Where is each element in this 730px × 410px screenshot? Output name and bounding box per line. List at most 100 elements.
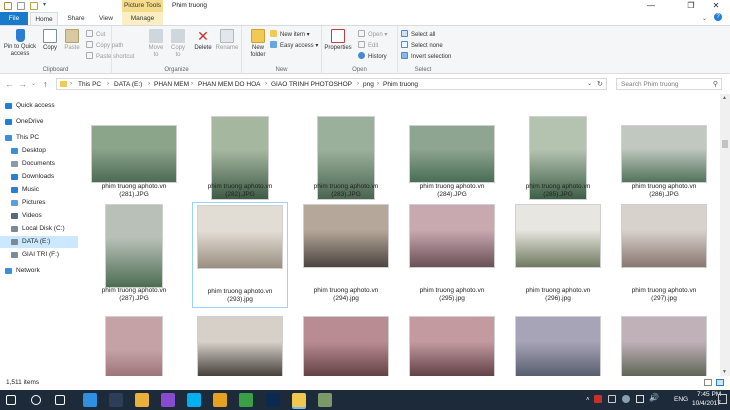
sidebar-item-local-disk-c[interactable]: Local Disk (C:): [0, 223, 78, 235]
cut-button[interactable]: Cut: [86, 30, 105, 39]
new-item-button[interactable]: New item ▾: [270, 30, 310, 39]
windows-start-icon[interactable]: [6, 395, 16, 405]
scrollbar-thumb[interactable]: [722, 140, 728, 148]
file-item[interactable]: phim truong aphoto.vn (294).jpg: [298, 202, 394, 308]
scroll-down-icon[interactable]: ▼: [722, 369, 727, 375]
tray-app-icon[interactable]: [608, 395, 616, 403]
skype-icon[interactable]: [187, 393, 201, 407]
file-item[interactable]: phim truong aphoto.vn (287).JPG: [86, 202, 182, 308]
open-button[interactable]: Open ▾: [358, 30, 387, 39]
battery-icon[interactable]: [636, 395, 644, 403]
volume-icon[interactable]: 🔊: [649, 394, 659, 402]
breadcrumb-png[interactable]: png: [363, 79, 374, 90]
breadcrumb-phan-mem-do-hoa[interactable]: PHAN MEM DO HOA: [198, 79, 260, 90]
help-icon[interactable]: ?: [714, 13, 722, 21]
breadcrumb-this-pc[interactable]: This PC: [78, 79, 101, 90]
chrome-icon[interactable]: [213, 393, 227, 407]
close-button[interactable]: ✕: [705, 0, 727, 12]
select-all-button[interactable]: Select all: [401, 30, 435, 39]
copy-to-button[interactable]: Copy to: [168, 29, 188, 59]
app-green-icon[interactable]: [318, 393, 332, 407]
vertical-scrollbar[interactable]: ▲ ▼: [720, 94, 730, 376]
select-none-button[interactable]: Select none: [401, 41, 443, 50]
paste-button[interactable]: Paste: [62, 29, 82, 52]
sidebar-item-documents[interactable]: Documents: [0, 158, 78, 170]
app-purple-icon[interactable]: [161, 393, 175, 407]
properties-quick-icon[interactable]: [17, 2, 25, 10]
clock-date[interactable]: 10/4/2017: [692, 400, 721, 408]
file-item[interactable]: phim truong aphoto.vn (293).jpg: [192, 202, 288, 308]
address-dropdown-icon[interactable]: ⌄: [587, 79, 592, 90]
file-item[interactable]: phim truong aphoto.vn (297).jpg: [616, 202, 712, 308]
breadcrumb-giao-trinh-photoshop[interactable]: GIAO TRINH PHOTOSHOP: [271, 79, 352, 90]
sidebar-item-onedrive[interactable]: OneDrive: [0, 116, 78, 128]
sidebar-item-desktop[interactable]: Desktop: [0, 145, 78, 157]
maximize-button[interactable]: ❐: [680, 0, 702, 12]
search-box[interactable]: Search Phim truong ⚲: [616, 78, 722, 90]
file-item[interactable]: phim truong aphoto.vn (296).jpg: [510, 202, 606, 308]
sidebar-item-network[interactable]: Network: [0, 265, 78, 277]
new-folder-quick-icon[interactable]: [30, 2, 38, 10]
action-center-icon[interactable]: [718, 394, 727, 404]
sidebar-item-music[interactable]: Music: [0, 184, 78, 196]
new-folder-button[interactable]: New folder: [246, 29, 270, 59]
customize-quick-access-icon[interactable]: ▾: [43, 1, 46, 8]
lightroom-icon[interactable]: [109, 393, 123, 407]
photoshop-icon[interactable]: [266, 393, 280, 407]
file-item[interactable]: phim truong aphoto.vn (295).jpg: [404, 202, 500, 308]
file-item[interactable]: [510, 314, 606, 376]
search-icon[interactable]: [31, 395, 41, 405]
language-indicator[interactable]: ENG: [674, 396, 688, 404]
history-button[interactable]: History: [358, 52, 387, 61]
properties-button[interactable]: Properties: [322, 29, 354, 52]
recent-locations-icon[interactable]: ⌄: [31, 78, 36, 90]
details-view-icon[interactable]: [704, 379, 712, 386]
tab-share[interactable]: Share: [62, 12, 90, 25]
task-view-icon[interactable]: [55, 395, 65, 405]
breadcrumb-data-e[interactable]: DATA (E:): [114, 79, 142, 90]
refresh-icon[interactable]: ↻: [597, 79, 603, 90]
tab-home[interactable]: Home: [30, 12, 58, 25]
file-item[interactable]: [404, 314, 500, 376]
rename-button[interactable]: Rename: [215, 29, 239, 52]
invert-selection-button[interactable]: Invert selection: [401, 52, 451, 61]
sidebar-item-quick-access[interactable]: Quick access: [0, 100, 78, 112]
pin-to-quick-access-button[interactable]: Pin to Quick access: [2, 29, 38, 58]
file-item[interactable]: [298, 314, 394, 376]
app-multicolor-icon[interactable]: [135, 393, 149, 407]
sidebar-item-downloads[interactable]: Downloads: [0, 171, 78, 183]
breadcrumb-phim-truong[interactable]: Phim truong: [383, 79, 418, 90]
delete-button[interactable]: ✕ Delete: [192, 29, 214, 52]
forward-arrow-icon[interactable]: →: [18, 78, 27, 90]
back-arrow-icon[interactable]: ←: [5, 78, 14, 90]
tray-app-icon[interactable]: [594, 395, 602, 403]
edit-button[interactable]: Edit: [358, 41, 378, 50]
network-tray-icon[interactable]: [622, 395, 630, 403]
sidebar-item-giai-tri-f[interactable]: GIAI TRI (F:): [0, 249, 78, 261]
easy-access-button[interactable]: Easy access ▾: [270, 41, 318, 50]
file-item[interactable]: [192, 314, 288, 376]
up-arrow-icon[interactable]: ↑: [43, 78, 48, 90]
copy-button[interactable]: Copy: [40, 29, 60, 52]
tab-manage[interactable]: Manage: [122, 12, 163, 25]
file-item[interactable]: [86, 314, 182, 376]
address-bar[interactable]: › This PC › DATA (E:) › PHAN MEM › PHAN …: [56, 78, 607, 90]
scroll-up-icon[interactable]: ▲: [722, 95, 727, 101]
tab-file[interactable]: File: [0, 12, 28, 25]
open-label: Open ▾: [368, 32, 388, 38]
expand-ribbon-icon[interactable]: ⌄: [702, 15, 707, 22]
file-item[interactable]: [616, 314, 712, 376]
camtasia-icon[interactable]: [239, 393, 253, 407]
breadcrumb-phan-mem[interactable]: PHAN MEM: [154, 79, 189, 90]
sidebar-item-this-pc[interactable]: This PC: [0, 132, 78, 144]
move-to-button[interactable]: Move to: [146, 29, 166, 59]
tab-view[interactable]: View: [94, 12, 118, 25]
sidebar-item-pictures[interactable]: Pictures: [0, 197, 78, 209]
large-icons-view-icon[interactable]: [716, 379, 724, 386]
sidebar-item-videos[interactable]: Videos: [0, 210, 78, 222]
minimize-button[interactable]: —: [640, 0, 662, 12]
edge-icon[interactable]: [83, 393, 97, 407]
tray-overflow-icon[interactable]: ˄: [586, 396, 590, 404]
sidebar-item-data-e[interactable]: DATA (E:): [0, 236, 78, 248]
file-explorer-icon[interactable]: [292, 393, 306, 407]
